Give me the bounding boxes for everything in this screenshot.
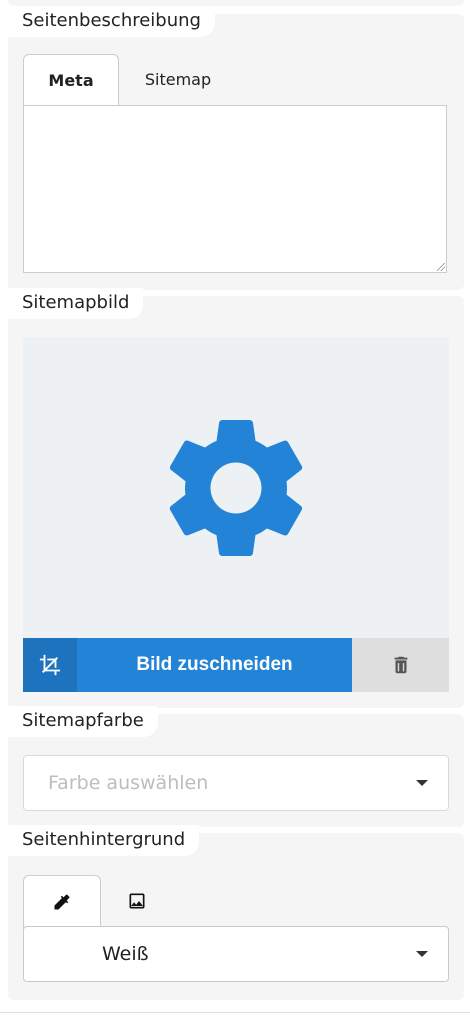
tab-meta[interactable]: Meta	[23, 54, 119, 105]
image-icon	[129, 893, 145, 909]
gear-icon	[169, 419, 303, 556]
background-color-select[interactable]: Weiß	[23, 926, 449, 982]
tab-meta-label: Meta	[48, 70, 94, 90]
sitemap-image-preview[interactable]	[23, 337, 449, 639]
crop-icon-button[interactable]	[23, 638, 77, 692]
page-description-textarea[interactable]	[23, 105, 447, 273]
chevron-down-icon	[416, 780, 428, 786]
divider	[0, 1012, 470, 1013]
sitemap-color-placeholder: Farbe auswählen	[48, 772, 209, 794]
crop-toolbar: Bild zuschneiden	[23, 638, 449, 692]
sitemap-image-label: Sitemapbild	[22, 292, 130, 313]
page-description-label: Seitenbeschreibung	[22, 10, 201, 31]
crop-image-button[interactable]: Bild zuschneiden	[77, 638, 352, 692]
crop-icon	[39, 654, 61, 676]
resize-handle-icon[interactable]	[437, 263, 445, 271]
tab-background-image[interactable]	[99, 875, 175, 927]
sitemap-color-label-box: Sitemapfarbe	[8, 706, 158, 737]
page-background-label: Seitenhintergrund	[22, 829, 186, 850]
tab-sitemap-label: Sitemap	[144, 69, 212, 89]
sitemap-image-label-box: Sitemapbild	[8, 288, 144, 319]
tab-sitemap[interactable]: Sitemap	[118, 54, 238, 104]
delete-image-button[interactable]	[352, 638, 449, 692]
tab-color-picker[interactable]	[23, 875, 101, 928]
page-background-label-box: Seitenhintergrund	[8, 825, 200, 856]
eyedropper-icon	[54, 894, 70, 910]
sitemap-color-label: Sitemapfarbe	[22, 710, 144, 731]
sitemap-color-select[interactable]: Farbe auswählen	[23, 755, 449, 811]
crop-image-button-label: Bild zuschneiden	[136, 654, 293, 675]
background-color-value: Weiß	[102, 943, 149, 965]
trash-icon	[394, 656, 407, 674]
chevron-down-icon	[416, 951, 428, 957]
page-description-label-box: Seitenbeschreibung	[8, 6, 215, 37]
